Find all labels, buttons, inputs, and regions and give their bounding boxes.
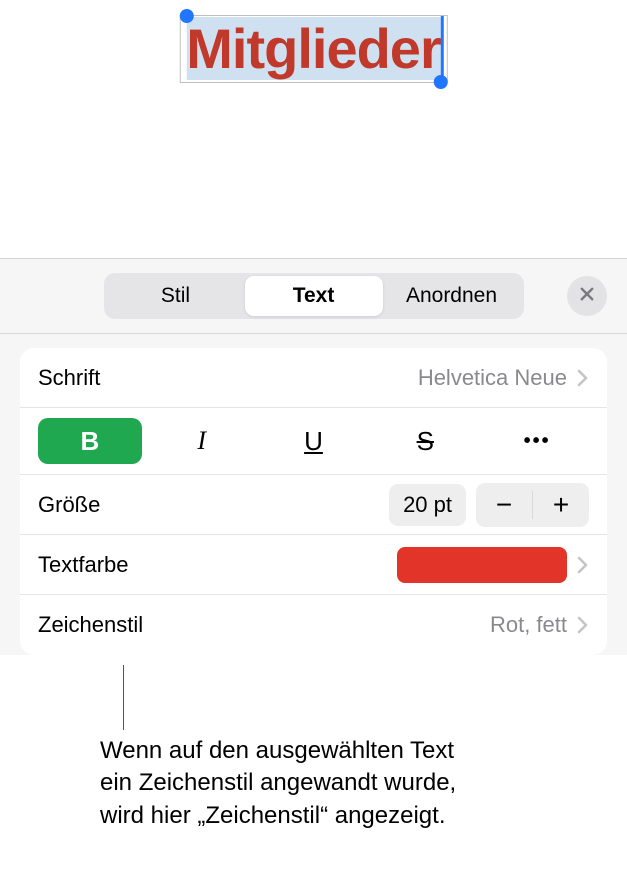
tab-anordnen[interactable]: Anordnen xyxy=(383,276,521,316)
callout-line-2: ein Zeichenstil angewandt wurde, xyxy=(100,767,456,799)
callout-leader-line xyxy=(123,665,124,730)
format-panel: Stil Text Anordnen Schrift Helvetica Neu… xyxy=(0,258,627,655)
charstyle-label: Zeichenstil xyxy=(38,612,490,638)
canvas-area: Mitglieder xyxy=(0,0,627,258)
selected-text-box[interactable]: Mitglieder xyxy=(179,15,447,83)
size-increase-button[interactable]: + xyxy=(533,483,589,527)
font-row[interactable]: Schrift Helvetica Neue xyxy=(20,348,607,408)
chevron-right-icon xyxy=(577,369,589,387)
color-swatch[interactable] xyxy=(397,547,567,583)
underline-button[interactable]: U xyxy=(262,418,366,464)
bold-button[interactable]: B xyxy=(38,418,142,464)
chevron-right-icon xyxy=(577,556,589,574)
size-label: Größe xyxy=(38,492,389,518)
font-value: Helvetica Neue xyxy=(418,365,567,391)
close-button[interactable] xyxy=(567,276,607,316)
format-card: Schrift Helvetica Neue B I U S ••• Größe… xyxy=(20,348,607,655)
font-label: Schrift xyxy=(38,365,418,391)
selected-text[interactable]: Mitglieder xyxy=(186,17,440,80)
text-color-row[interactable]: Textfarbe xyxy=(20,535,607,595)
callout-line-1: Wenn auf den ausgewählten Text xyxy=(100,735,456,767)
panel-header: Stil Text Anordnen xyxy=(0,273,627,334)
close-icon xyxy=(578,285,596,308)
size-row: Größe 20 pt − + xyxy=(20,475,607,535)
size-value[interactable]: 20 pt xyxy=(389,484,466,526)
callout-text: Wenn auf den ausgewählten Text ein Zeich… xyxy=(100,735,456,832)
tab-text[interactable]: Text xyxy=(245,276,383,316)
size-stepper: − + xyxy=(476,483,589,527)
callout-line-3: wird hier „Zeichenstil“ angezeigt. xyxy=(100,800,456,832)
charstyle-value: Rot, fett xyxy=(490,612,567,638)
chevron-right-icon xyxy=(577,616,589,634)
panel-tabs: Stil Text Anordnen xyxy=(104,273,524,319)
character-style-row[interactable]: Zeichenstil Rot, fett xyxy=(20,595,607,655)
tab-stil[interactable]: Stil xyxy=(107,276,245,316)
text-style-row: B I U S ••• xyxy=(20,408,607,475)
more-styles-button[interactable]: ••• xyxy=(485,418,589,464)
italic-button[interactable]: I xyxy=(150,418,254,464)
strikethrough-button[interactable]: S xyxy=(373,418,477,464)
size-decrease-button[interactable]: − xyxy=(476,483,532,527)
text-cursor xyxy=(441,16,444,82)
color-label: Textfarbe xyxy=(38,552,397,578)
selection-handle-start[interactable] xyxy=(179,9,193,23)
